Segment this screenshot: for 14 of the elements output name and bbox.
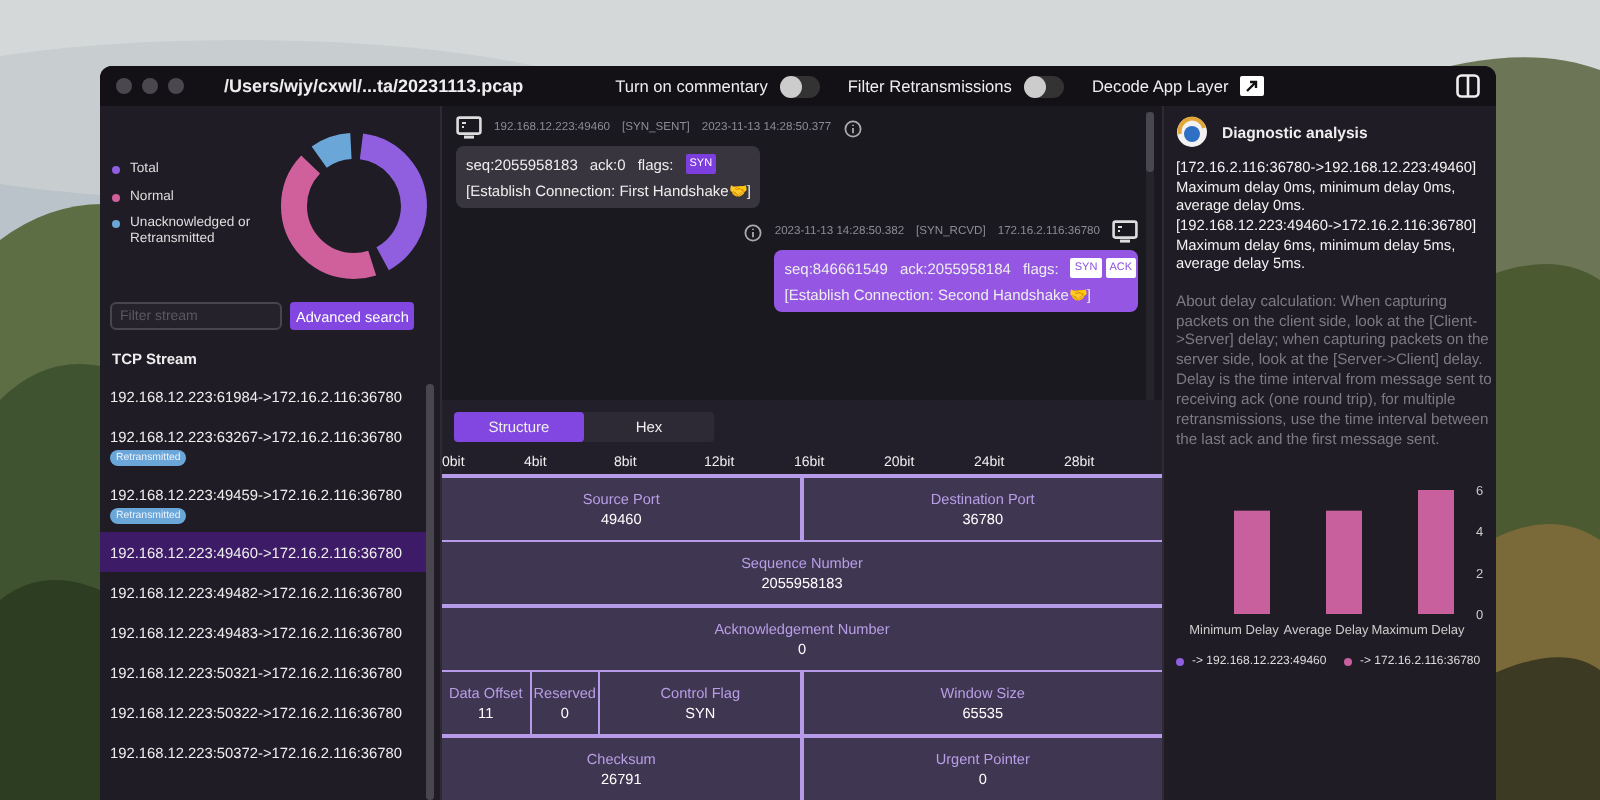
toggle-switch[interactable] <box>1023 75 1064 97</box>
logo-icon <box>1176 116 1208 148</box>
decode-button[interactable] <box>1240 76 1265 96</box>
toggle-label: Decode App Layer <box>1091 76 1229 96</box>
computer-icon <box>1112 220 1138 244</box>
window-title: /Users/wjy/cxwl/...ta/20231113.pcap <box>224 76 524 96</box>
scrollbar[interactable] <box>426 384 434 800</box>
info-icon[interactable] <box>744 223 763 241</box>
computer-icon <box>456 116 482 140</box>
info-icon[interactable] <box>843 119 862 137</box>
toggle-label: Turn on commentary <box>615 76 768 96</box>
sidebar-toggle-icon[interactable] <box>1456 74 1480 98</box>
toggle-label: Filter Retransmissions <box>847 76 1012 96</box>
toggle-switch[interactable] <box>779 75 820 97</box>
